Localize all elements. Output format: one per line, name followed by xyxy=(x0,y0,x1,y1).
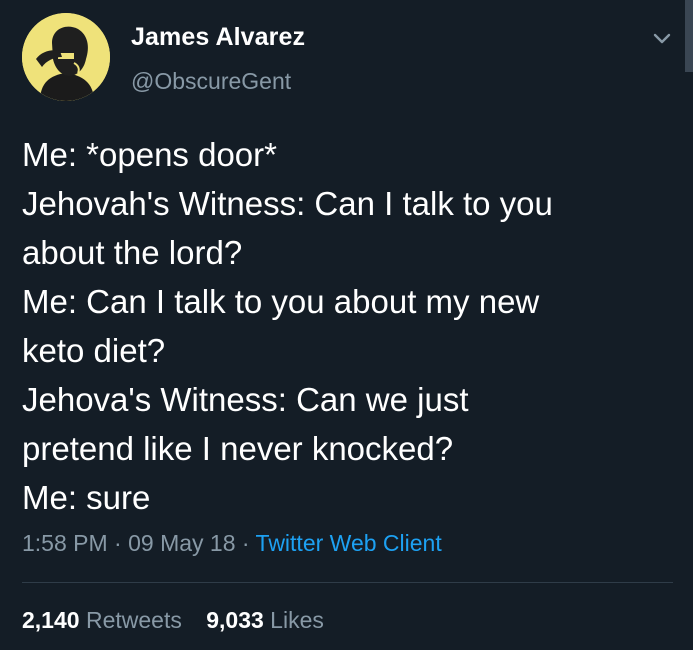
tweet-text: Me: *opens door* Jehovah's Witness: Can … xyxy=(22,130,662,522)
tweet-stats: 2,140 Retweets 9,033 Likes xyxy=(22,607,342,634)
tweet-client-link[interactable]: Twitter Web Client xyxy=(256,530,442,556)
tweet-text-line: about the lord? xyxy=(22,234,243,271)
retweets-stat[interactable]: 2,140 Retweets xyxy=(22,607,182,634)
chevron-down-icon[interactable] xyxy=(650,26,674,50)
meta-separator: · xyxy=(107,530,129,556)
retweets-label: Retweets xyxy=(85,607,182,633)
tweet-text-line: keto diet? xyxy=(22,332,166,369)
tweet-text-line: Jehovah's Witness: Can I talk to you xyxy=(22,185,553,222)
retweets-count: 2,140 xyxy=(22,607,80,633)
likes-count: 9,033 xyxy=(206,607,264,633)
divider xyxy=(22,582,673,583)
tweet-metadata: 1:58 PM · 09 May 18 · Twitter Web Client xyxy=(22,530,442,557)
user-avatar-image xyxy=(22,13,110,101)
tweet-date[interactable]: 09 May 18 xyxy=(128,530,235,556)
meta-separator: · xyxy=(235,530,256,556)
tweet-text-line: Me: Can I talk to you about my new xyxy=(22,283,540,320)
tweet-text-line: Jehova's Witness: Can we just xyxy=(22,381,469,418)
scrollbar[interactable] xyxy=(685,0,693,72)
likes-stat[interactable]: 9,033 Likes xyxy=(206,607,324,634)
tweet-text-line: Me: *opens door* xyxy=(22,136,277,173)
author-handle[interactable]: @ObscureGent xyxy=(131,68,291,95)
tweet-text-line: Me: sure xyxy=(22,479,151,516)
likes-label: Likes xyxy=(270,607,324,633)
tweet-card: James Alvarez @ObscureGent Me: *opens do… xyxy=(0,0,693,650)
tweet-text-line: pretend like I never knocked? xyxy=(22,430,454,467)
author-name[interactable]: James Alvarez xyxy=(131,23,305,52)
avatar[interactable] xyxy=(22,13,110,101)
tweet-time[interactable]: 1:58 PM xyxy=(22,530,108,556)
